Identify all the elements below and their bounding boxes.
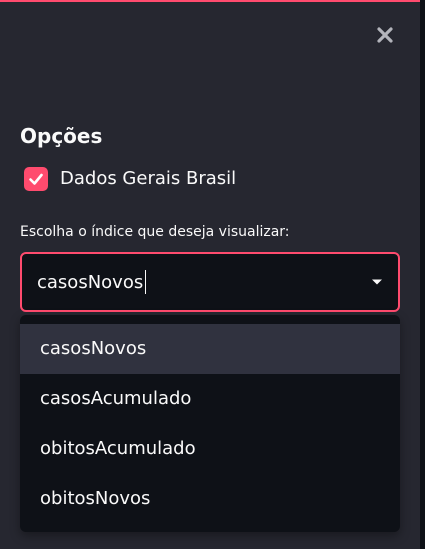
select-value[interactable]: casosNovos: [37, 272, 143, 293]
close-sidebar-button[interactable]: [372, 22, 398, 48]
dropdown-option-list: casosNovos casosAcumulado obitosAcumulad…: [20, 315, 400, 524]
sidebar: Opções Dados Gerais Brasil Escolha o índ…: [0, 0, 420, 549]
checkbox-label: Dados Gerais Brasil: [60, 168, 237, 189]
caret-down-icon[interactable]: [370, 275, 384, 289]
dados-gerais-checkbox[interactable]: Dados Gerais Brasil: [24, 165, 236, 193]
select-dropdown-menu: casosNovos casosAcumulado obitosAcumulad…: [20, 315, 400, 532]
option-obitosnovos[interactable]: obitosNovos: [20, 474, 400, 524]
select-label: Escolha o índice que deseja visualizar:: [20, 224, 290, 240]
close-icon: [377, 27, 393, 43]
main-area-edge: [420, 0, 425, 549]
option-obitosacumulado[interactable]: obitosAcumulado: [20, 424, 400, 474]
option-casosnovos[interactable]: casosNovos: [20, 324, 400, 374]
checkbox-checked-icon[interactable]: [24, 167, 48, 191]
indice-select[interactable]: casosNovos: [20, 252, 400, 312]
option-casosacumulado[interactable]: casosAcumulado: [20, 374, 400, 424]
sidebar-heading: Opções: [20, 124, 103, 148]
text-cursor: [145, 270, 147, 294]
